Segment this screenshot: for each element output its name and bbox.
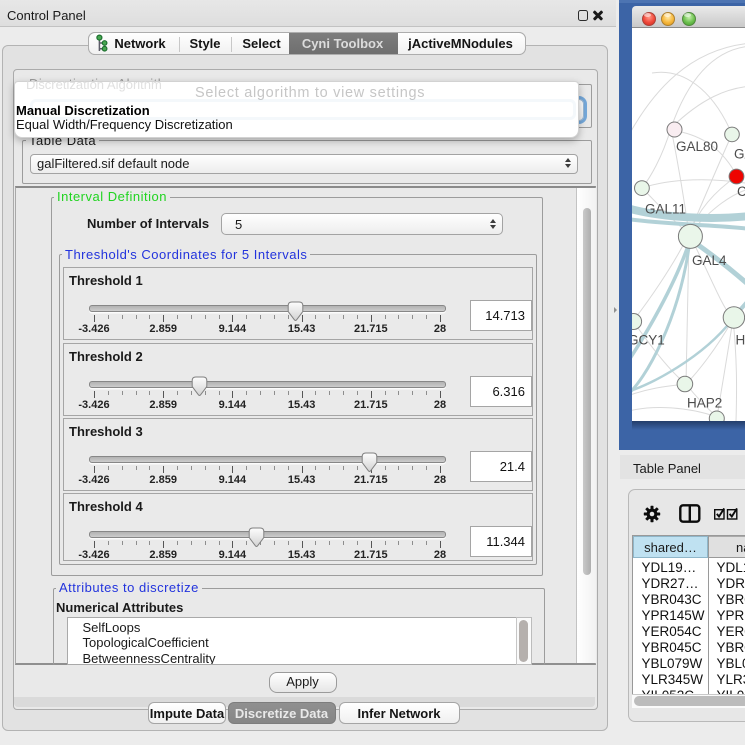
svg-text:C: C	[737, 184, 745, 199]
svg-text:GAL11: GAL11	[645, 202, 686, 217]
svg-text:GAL80: GAL80	[676, 139, 718, 154]
svg-text:H: H	[736, 333, 745, 348]
svg-text:GA: GA	[734, 147, 745, 162]
svg-text:GAL4: GAL4	[692, 253, 727, 268]
svg-text:HAP2: HAP2	[687, 396, 722, 411]
svg-text:GCY1: GCY1	[632, 333, 665, 348]
